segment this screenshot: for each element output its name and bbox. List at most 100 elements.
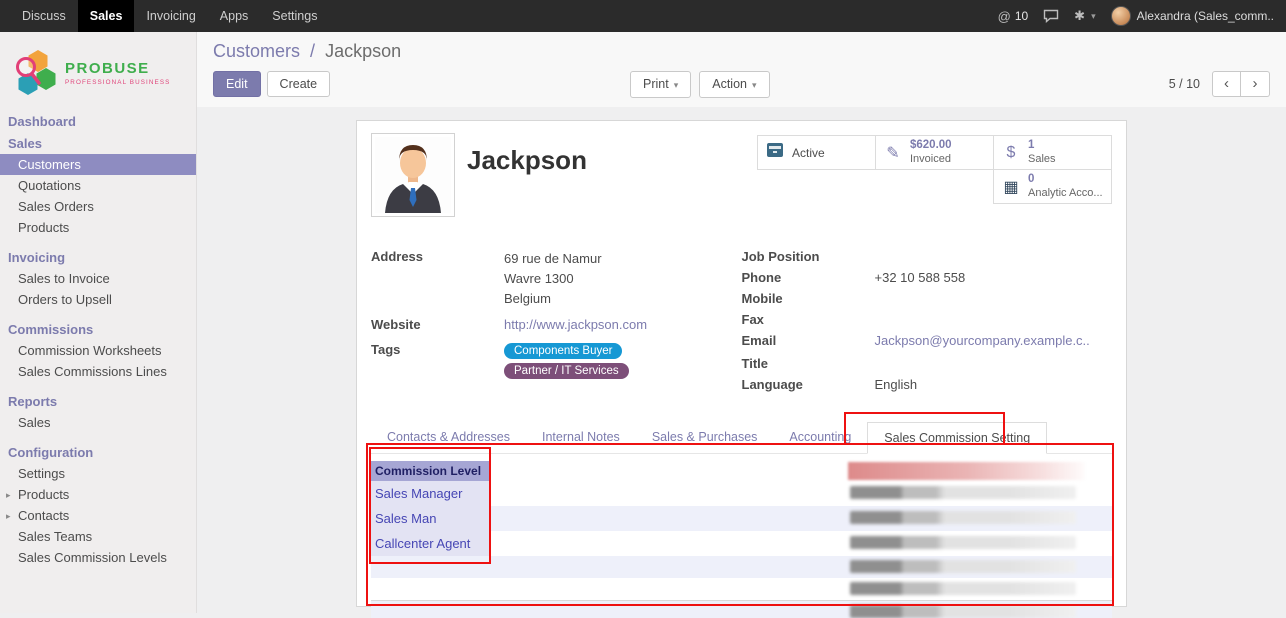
tab-contacts-addresses[interactable]: Contacts & Addresses: [371, 422, 526, 453]
chat-bubble-icon: [1043, 9, 1059, 23]
analytic-count-value: 0: [1028, 173, 1103, 187]
pager-counter: 5 / 10: [1169, 77, 1200, 91]
sidebar-item-sales-commissions-lines[interactable]: Sales Commissions Lines: [0, 361, 196, 382]
logo-hexagons-icon: [12, 48, 58, 98]
sidebar-header-configuration[interactable]: Configuration: [0, 441, 196, 463]
tab-sales-purchases[interactable]: Sales & Purchases: [636, 422, 774, 453]
tag-components-buyer[interactable]: Components Buyer: [504, 343, 622, 359]
email-link[interactable]: Jackpson@yourcompany.example.c..: [875, 333, 1090, 350]
sidebar-item-quotations[interactable]: Quotations: [0, 175, 196, 196]
commission-level-column-header[interactable]: Commission Level: [371, 461, 489, 481]
topbar-right: @ 10 ✱ ▾ Alexandra (Sales_comm..: [998, 0, 1286, 32]
messages-button[interactable]: [1043, 9, 1059, 23]
tab-internal-notes[interactable]: Internal Notes: [526, 422, 636, 453]
breadcrumb-current: Jackpson: [325, 41, 401, 61]
breadcrumb-customers[interactable]: Customers: [213, 41, 300, 61]
sidebar-header-invoicing[interactable]: Invoicing: [0, 246, 196, 268]
sidebar-header-sales[interactable]: Sales: [0, 132, 196, 154]
notebook-tabs: Contacts & Addresses Internal Notes Sale…: [371, 422, 1112, 454]
commission-row-empty[interactable]: [371, 578, 1112, 600]
logo-subtitle: PROFESSIONAL BUSINESS: [65, 79, 170, 86]
commission-level-cell[interactable]: Callcenter Agent: [371, 531, 489, 556]
sales-stat-button[interactable]: $ 1 Sales: [993, 135, 1112, 170]
tab-accounting[interactable]: Accounting: [773, 422, 867, 453]
user-name: Alexandra (Sales_comm..: [1137, 9, 1274, 23]
redacted-cell-region: [850, 486, 1076, 499]
logo-texts: PROBUSE PROFESSIONAL BUSINESS: [65, 60, 170, 86]
invoiced-stat-button[interactable]: ✎ $620.00 Invoiced: [875, 135, 994, 170]
sidebar-item-config-products[interactable]: ▸Products: [0, 484, 196, 505]
menu-invoicing[interactable]: Invoicing: [134, 0, 207, 32]
customer-photo[interactable]: [371, 133, 455, 217]
stat-row-1: Active ✎ $620.00 Invoiced $: [758, 135, 1112, 170]
edit-button[interactable]: Edit: [213, 71, 261, 97]
commission-row[interactable]: Sales Man: [371, 506, 1112, 531]
menu-discuss[interactable]: Discuss: [10, 0, 78, 32]
website-link[interactable]: http://www.jackpson.com: [504, 317, 647, 334]
commission-row-empty[interactable]: [371, 556, 1112, 578]
sidebar-item-sales-to-invoice[interactable]: Sales to Invoice: [0, 268, 196, 289]
menu-apps[interactable]: Apps: [208, 0, 261, 32]
commission-table: Commission Level Sales Manager Sales Man…: [371, 461, 1112, 618]
dollar-icon: $: [1001, 144, 1021, 162]
sidebar-item-sales-report[interactable]: Sales: [0, 412, 196, 433]
sidebar-header-commissions[interactable]: Commissions: [0, 318, 196, 340]
analytic-accounts-stat-button[interactable]: ▦ 0 Analytic Acco...: [993, 169, 1112, 204]
commission-level-cell[interactable]: Sales Man: [371, 506, 489, 531]
sidebar-item-sales-teams[interactable]: Sales Teams: [0, 526, 196, 547]
field-groups: Address 69 rue de Namur Wavre 1300 Belgi…: [357, 249, 1126, 398]
sidebar-item-settings[interactable]: Settings: [0, 463, 196, 484]
mention-count: 10: [1015, 9, 1028, 23]
language-label: Language: [742, 377, 875, 394]
redacted-cell-region: [850, 582, 1076, 595]
asterisk-icon: ✱: [1074, 8, 1085, 24]
sidebar-item-customers[interactable]: Customers: [0, 154, 196, 175]
title-label: Title: [742, 356, 875, 373]
pager-previous-button[interactable]: ‹: [1212, 71, 1241, 97]
print-dropdown-button[interactable]: Print▾: [630, 71, 691, 98]
sidebar-item-products[interactable]: Products: [0, 217, 196, 238]
mobile-label: Mobile: [742, 291, 875, 308]
sidebar-header-dashboard[interactable]: Dashboard: [0, 110, 196, 132]
topbar-menus: Discuss Sales Invoicing Apps Settings: [0, 0, 329, 32]
sidebar-item-sales-orders[interactable]: Sales Orders: [0, 196, 196, 217]
active-toggle-button[interactable]: Active: [757, 135, 876, 170]
form-view-content: Jackpson Active ✎: [197, 107, 1286, 613]
user-avatar: [1111, 6, 1131, 26]
commission-row[interactable]: Sales Manager: [371, 481, 1112, 506]
redacted-cell-region: [850, 560, 1076, 573]
sidebar-item-sales-commission-levels[interactable]: Sales Commission Levels: [0, 547, 196, 568]
pager-next-button[interactable]: ›: [1241, 71, 1270, 97]
stat-buttons: Active ✎ $620.00 Invoiced $: [758, 135, 1112, 204]
topbar: Discuss Sales Invoicing Apps Settings @ …: [0, 0, 1286, 32]
commission-level-cell[interactable]: Sales Manager: [371, 481, 489, 506]
website-label: Website: [371, 317, 504, 334]
commission-table-footer-row: [371, 600, 1112, 618]
activities-menu[interactable]: ✱ ▾: [1074, 8, 1095, 24]
sidebar-header-reports[interactable]: Reports: [0, 390, 196, 412]
invoiced-value: $620.00: [910, 139, 952, 153]
print-label: Print: [643, 77, 669, 91]
menu-settings[interactable]: Settings: [260, 0, 329, 32]
tag-partner-it-services[interactable]: Partner / IT Services: [504, 363, 629, 379]
redacted-cell-region: [850, 605, 1076, 618]
action-dropdown-button[interactable]: Action▾: [699, 71, 769, 98]
pager: 5 / 10 ‹ ›: [1169, 71, 1270, 97]
sidebar-item-label: Products: [18, 487, 69, 502]
analytic-stat-text: 0 Analytic Acco...: [1028, 173, 1103, 200]
probuse-logo[interactable]: PROBUSE PROFESSIONAL BUSINESS: [0, 32, 196, 110]
mentions-counter[interactable]: @ 10: [998, 9, 1029, 24]
control-panel: Customers / Jackpson Edit Create Print▾ …: [197, 32, 1286, 107]
action-label: Action: [712, 77, 747, 91]
sidebar-item-orders-to-upsell[interactable]: Orders to Upsell: [0, 289, 196, 310]
user-menu[interactable]: Alexandra (Sales_comm..: [1111, 6, 1274, 26]
sidebar-item-label: Contacts: [18, 508, 69, 523]
commission-row[interactable]: Callcenter Agent: [371, 531, 1112, 556]
stat-row-2: ▦ 0 Analytic Acco...: [758, 170, 1112, 204]
caret-down-icon: ▾: [1091, 11, 1096, 22]
sidebar-item-config-contacts[interactable]: ▸Contacts: [0, 505, 196, 526]
menu-sales[interactable]: Sales: [78, 0, 135, 32]
sidebar-item-commission-worksheets[interactable]: Commission Worksheets: [0, 340, 196, 361]
tab-sales-commission-setting[interactable]: Sales Commission Setting: [867, 422, 1047, 454]
create-button[interactable]: Create: [267, 71, 331, 97]
